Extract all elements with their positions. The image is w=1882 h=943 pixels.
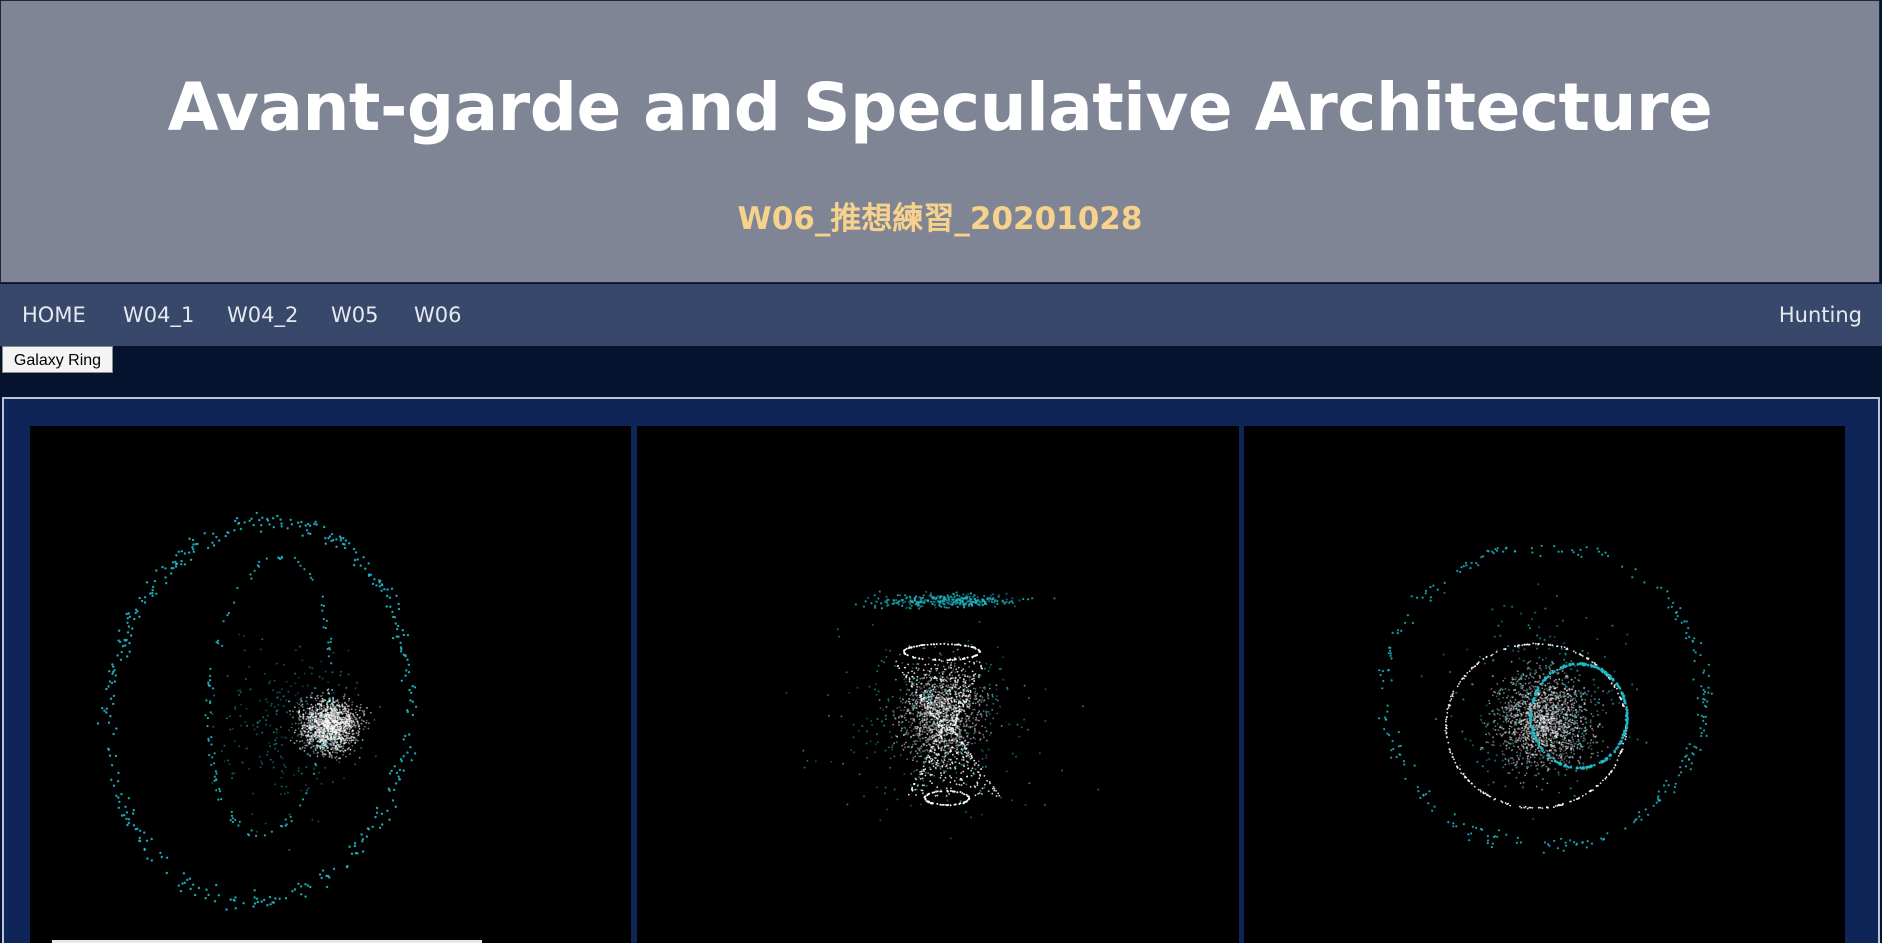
page-title: Avant-garde and Speculative Architecture (167, 69, 1713, 146)
galaxy-ring-tab[interactable]: Galaxy Ring (2, 346, 113, 373)
view-divider (632, 426, 636, 943)
nav-item-w06[interactable]: W06 (414, 284, 462, 346)
site-header: Avant-garde and Speculative Architecture… (0, 0, 1880, 283)
nav-bar: HOME W04_1 W04_2 W05 W06 Hunting (0, 284, 1882, 346)
galaxy-top-canvas[interactable] (1244, 426, 1845, 943)
nav-item-w05[interactable]: W05 (331, 284, 379, 346)
nav-item-home[interactable]: HOME (22, 284, 86, 346)
galaxy-view-side[interactable] (30, 426, 631, 943)
nav-item-hunting[interactable]: Hunting (1779, 284, 1862, 346)
galaxy-view-hourglass[interactable] (637, 426, 1239, 943)
nav-item-w04-1[interactable]: W04_1 (123, 284, 194, 346)
page-subtitle: W06_推想練習_20201028 (737, 201, 1143, 237)
galaxy-hourglass-canvas[interactable] (637, 426, 1239, 943)
galaxy-side-canvas[interactable] (30, 426, 631, 943)
nav-item-w04-2[interactable]: W04_2 (227, 284, 298, 346)
galaxy-view-top[interactable] (1244, 426, 1845, 943)
